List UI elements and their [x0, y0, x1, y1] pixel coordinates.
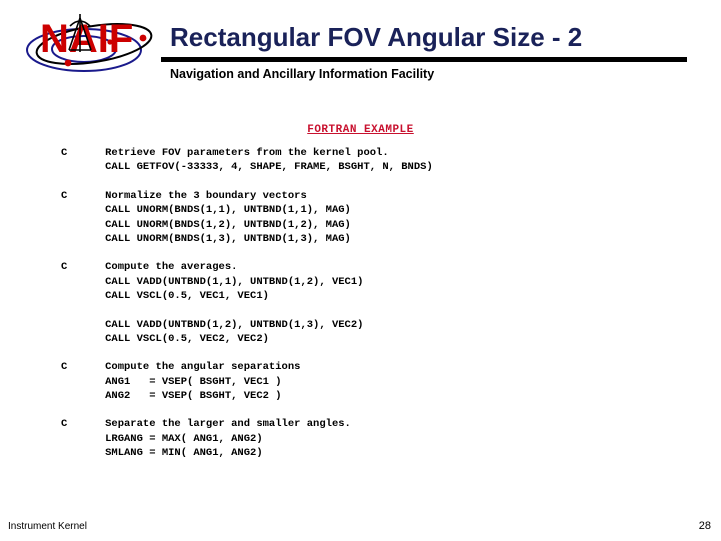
code-line: CALL UNORM(BNDS(1,3), UNTBND(1,3), MAG): [61, 232, 351, 245]
orbit-dot-right: [139, 34, 147, 42]
code-line: CALL GETFOV(-33333, 4, SHAPE, FRAME, BSG…: [61, 161, 433, 174]
code-line: CALL UNORM(BNDS(1,2), UNTBND(1,2), MAG): [61, 218, 351, 231]
orbit-dot-left: [64, 59, 72, 67]
page-subtitle: Navigation and Ancillary Information Fac…: [170, 67, 435, 81]
code-line: C Retrieve FOV parameters from the kerne…: [61, 147, 389, 159]
code-group: C Separate the larger and smaller angles…: [61, 417, 681, 460]
slide-footer: Instrument Kernel 28: [0, 520, 721, 541]
page-number: 28: [698, 520, 711, 532]
code-line: ANG1 = VSEP( BSGHT, VEC1 ): [61, 375, 282, 388]
code-line: C Compute the averages.: [61, 261, 238, 274]
slide-header: NAIF Rectangular FOV Angular Size - 2 Na…: [0, 0, 721, 100]
code-line: CALL VSCL(0.5, VEC2, VEC2): [61, 332, 269, 345]
page-title: Rectangular FOV Angular Size - 2: [170, 22, 583, 52]
code-line: C Compute the angular separations: [61, 361, 301, 374]
code-line: ANG2 = VSEP( BSGHT, VEC2 ): [61, 390, 282, 403]
section-heading: FORTRAN EXAMPLE: [0, 119, 721, 137]
fortran-code-block: C Retrieve FOV parameters from the kerne…: [61, 146, 681, 475]
title-divider: [161, 57, 687, 62]
orbit-dot-center: [107, 39, 113, 45]
footer-label: Instrument Kernel: [8, 521, 87, 532]
code-line: CALL VADD(UNTBND(1,2), UNTBND(1,3), VEC2…: [61, 318, 364, 331]
code-line: CALL VADD(UNTBND(1,1), UNTBND(1,2), VEC1…: [61, 275, 364, 288]
title-block: Rectangular FOV Angular Size - 2 Navigat…: [161, 20, 687, 81]
section-heading-label: FORTRAN EXAMPLE: [307, 124, 414, 136]
code-group: CALL VADD(UNTBND(1,2), UNTBND(1,3), VEC2…: [61, 318, 681, 347]
code-group: C Compute the averages. CALL VADD(UNTBND…: [61, 260, 681, 303]
code-line: LRGANG = MAX( ANG1, ANG2): [61, 432, 263, 445]
code-group: C Normalize the 3 boundary vectors CALL …: [61, 189, 681, 247]
code-line: SMLANG = MIN( ANG1, ANG2): [61, 447, 263, 460]
code-line: C Normalize the 3 boundary vectors: [61, 189, 307, 202]
code-line: C Separate the larger and smaller angles…: [61, 418, 351, 431]
code-line: CALL VSCL(0.5, VEC1, VEC1): [61, 290, 269, 303]
code-group: C Retrieve FOV parameters from the kerne…: [61, 146, 681, 175]
naif-logo: NAIF: [22, 6, 164, 82]
code-group: C Compute the angular separations ANG1 =…: [61, 360, 681, 403]
code-line: CALL UNORM(BNDS(1,1), UNTBND(1,1), MAG): [61, 204, 351, 217]
